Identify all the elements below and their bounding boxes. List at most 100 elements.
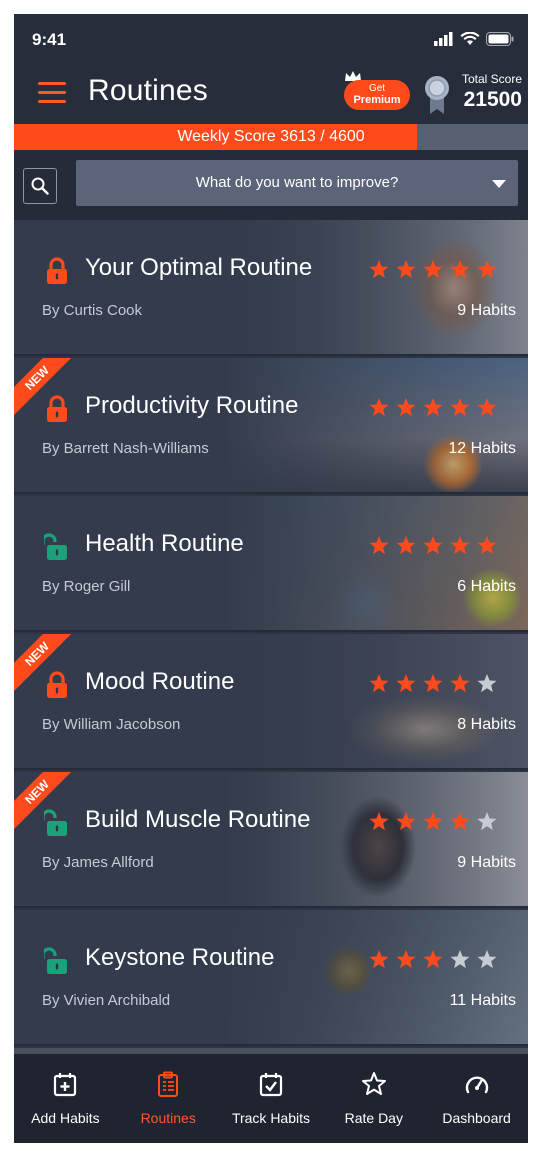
routine-rating [368,396,498,418]
card-overlay [14,910,528,1044]
routine-author: By Roger Gill [42,578,131,595]
routine-card[interactable]: Mood Routine By William Jacobson 8 Habits N… [14,634,528,770]
routine-card[interactable]: Health Routine By Roger Gill 6 Habits [14,496,528,632]
calendar-check-icon [259,1073,283,1097]
speedometer-icon [465,1076,488,1094]
weekly-score-bar: Weekly Score 3613 / 4600 [14,124,528,150]
bottom-tab-bar: Add Habits Routines Track Habits Rate Day Da… [14,1054,528,1143]
card-overlay [14,496,528,630]
routine-card[interactable]: Keystone Routine By Vivien Archibald 11 Ha… [14,910,528,1046]
calendar-plus-icon [54,1073,77,1097]
weekly-score-text: Weekly Score 3613 / 4600 [177,128,365,145]
total-score-value: 21500 [463,88,522,111]
routine-author: By William Jacobson [42,716,181,733]
star-filled-icon [396,950,416,969]
routine-habit-count: 6 Habits [457,578,516,595]
cellular-signal-icon [434,32,453,46]
routine-title: Mood Routine [85,668,235,695]
star-empty-icon [477,812,497,831]
improve-dropdown[interactable]: What do you want to improve? [76,160,518,206]
star-filled-icon [369,674,389,693]
tab-label: Rate Day [344,1110,403,1126]
tab-rate-day[interactable]: Rate Day [322,1054,425,1143]
star-filled-icon [369,260,389,279]
star-filled-icon [450,260,470,279]
tab-track-habits[interactable]: Track Habits [220,1054,323,1143]
routine-rating [368,258,498,280]
star-filled-icon [477,260,497,279]
star-filled-icon [450,536,470,555]
card-overlay [14,220,528,354]
medal-icon [425,76,449,114]
unlock-icon [44,809,67,836]
routine-card[interactable]: Your Optimal Routine By Curtis Cook 9 Habi… [14,220,528,356]
lock-icon [47,257,67,284]
premium-line2: Premium [353,94,401,106]
clipboard-list-icon [158,1071,179,1097]
routine-habit-count: 12 Habits [448,440,516,457]
star-filled-icon [477,398,497,417]
tab-label: Track Habits [231,1110,311,1126]
routine-author: By Vivien Archibald [42,992,171,1009]
battery-icon [486,32,514,46]
routine-rating [368,534,498,556]
star-filled-icon [369,398,389,417]
star-filled-icon [396,812,416,831]
tab-dashboard[interactable]: Dashboard [425,1054,528,1143]
routine-card[interactable]: Productivity Routine By Barrett Nash-Will… [14,358,528,494]
search-button[interactable] [23,168,57,204]
star-filled-icon [423,536,443,555]
star-empty-icon [450,950,470,969]
star-filled-icon [423,398,443,417]
routine-list: Your Optimal Routine By Curtis Cook 9 Habi… [14,220,528,1054]
routine-title: Health Routine [85,530,244,557]
routine-title: Your Optimal Routine [85,254,313,281]
routine-habit-count: 8 Habits [457,716,516,733]
menu-icon[interactable] [38,82,66,104]
star-filled-icon [423,260,443,279]
star-filled-icon [423,674,443,693]
routine-rating [368,672,498,694]
routine-title: Keystone Routine [85,944,275,971]
tab-label: Routines [140,1110,196,1126]
routine-habit-count: 9 Habits [457,854,516,871]
star-filled-icon [396,260,416,279]
lock-icon [47,671,67,698]
routine-author: By Curtis Cook [42,302,143,319]
routine-title: Build Muscle Routine [85,806,311,833]
star-filled-icon [423,950,443,969]
star-filled-icon [396,536,416,555]
get-premium-button[interactable]: Get Premium [344,80,410,110]
star-filled-icon [477,536,497,555]
app-screen: 9:41 Routines Get Premium Total Score 21… [14,14,528,1143]
star-filled-icon [450,398,470,417]
tab-add-habits[interactable]: Add Habits [14,1054,117,1143]
routine-card[interactable]: Build Muscle Routine By James Allford 9 Ha… [14,772,528,908]
star-empty-icon [477,674,497,693]
star-filled-icon [450,674,470,693]
chevron-down-icon [492,180,506,188]
routine-habit-count: 9 Habits [457,302,516,319]
status-time: 9:41 [32,30,67,49]
star-filled-icon [450,812,470,831]
star-empty-icon [477,950,497,969]
star-filled-icon [369,812,389,831]
card-overlay [14,358,528,492]
lock-icon [47,395,67,422]
star-filled-icon [396,398,416,417]
unlock-icon [44,947,67,974]
unlock-icon [44,533,67,560]
star-filled-icon [396,674,416,693]
star-filled-icon [423,812,443,831]
card-overlay [14,634,528,768]
search-row: What do you want to improve? [14,150,528,220]
star-outline-icon [361,1072,386,1095]
routine-author: By James Allford [42,854,154,871]
page-title: Routines [88,74,209,107]
improve-dropdown-text: What do you want to improve? [195,174,399,191]
star-filled-icon [369,536,389,555]
tab-routines[interactable]: Routines [117,1054,220,1143]
total-score-label: Total Score [461,72,522,86]
routine-rating [368,810,498,832]
tab-label: Add Habits [31,1110,100,1126]
